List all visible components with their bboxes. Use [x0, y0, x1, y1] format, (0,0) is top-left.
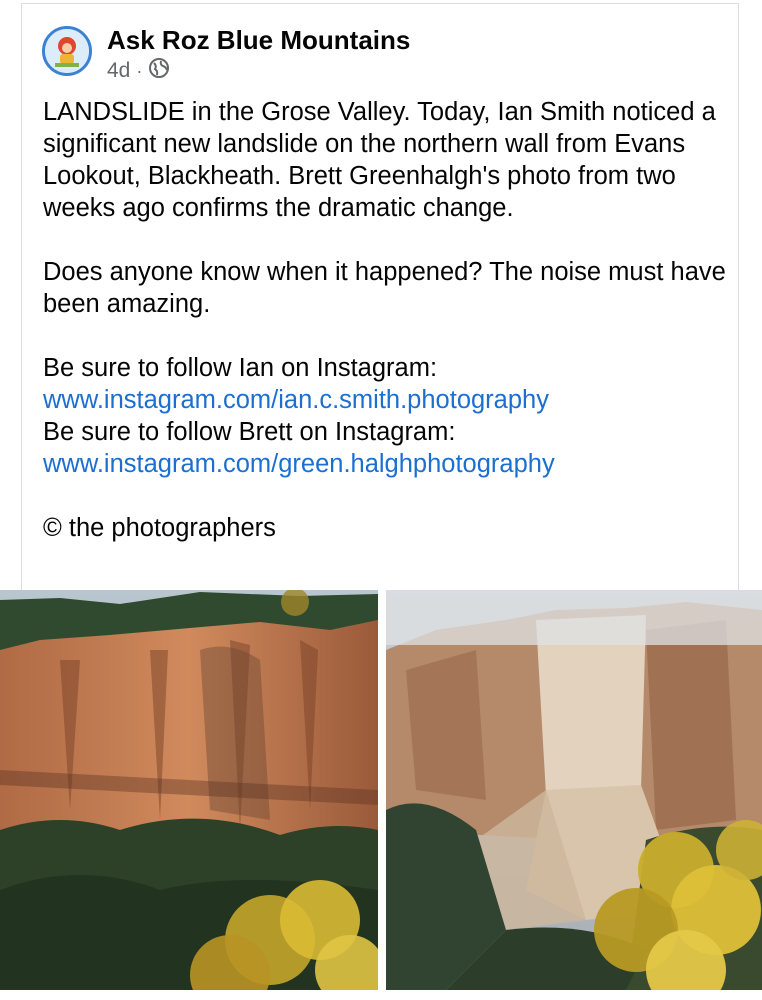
post-subline: 4d ·	[107, 57, 410, 85]
post-timestamp[interactable]: 4d	[107, 59, 130, 83]
avatar-illustration	[45, 29, 89, 73]
page-name-link[interactable]: Ask Roz Blue Mountains	[107, 25, 410, 55]
post-text: LANDSLIDE in the Grose Valley. Today, Ia…	[43, 96, 733, 544]
cliff-before-photo[interactable]	[0, 590, 378, 990]
globe-icon[interactable]	[148, 57, 170, 85]
post-meta: Ask Roz Blue Mountains 4d ·	[107, 25, 410, 85]
post-paragraph-question: Does anyone know when it happened? The n…	[43, 258, 726, 318]
page-avatar[interactable]	[42, 26, 92, 76]
post-paragraph-landslide: LANDSLIDE in the Grose Valley. Today, Ia…	[43, 98, 716, 222]
follow-ian-text: Be sure to follow Ian on Instagram:	[43, 354, 438, 382]
copyright-text: © the photographers	[43, 514, 276, 542]
brett-instagram-link[interactable]: www.instagram.com/green.halghphotography	[43, 448, 733, 480]
ian-instagram-link[interactable]: www.instagram.com/ian.c.smith.photograph…	[43, 384, 733, 416]
post-card: Ask Roz Blue Mountains 4d · LANDSLIDE in…	[21, 3, 739, 603]
follow-brett-text: Be sure to follow Brett on Instagram:	[43, 418, 456, 446]
landslide-after-photo[interactable]	[386, 590, 762, 990]
photo-grid	[0, 590, 762, 1000]
meta-separator: ·	[136, 61, 143, 81]
post-header: Ask Roz Blue Mountains 4d ·	[42, 25, 410, 85]
